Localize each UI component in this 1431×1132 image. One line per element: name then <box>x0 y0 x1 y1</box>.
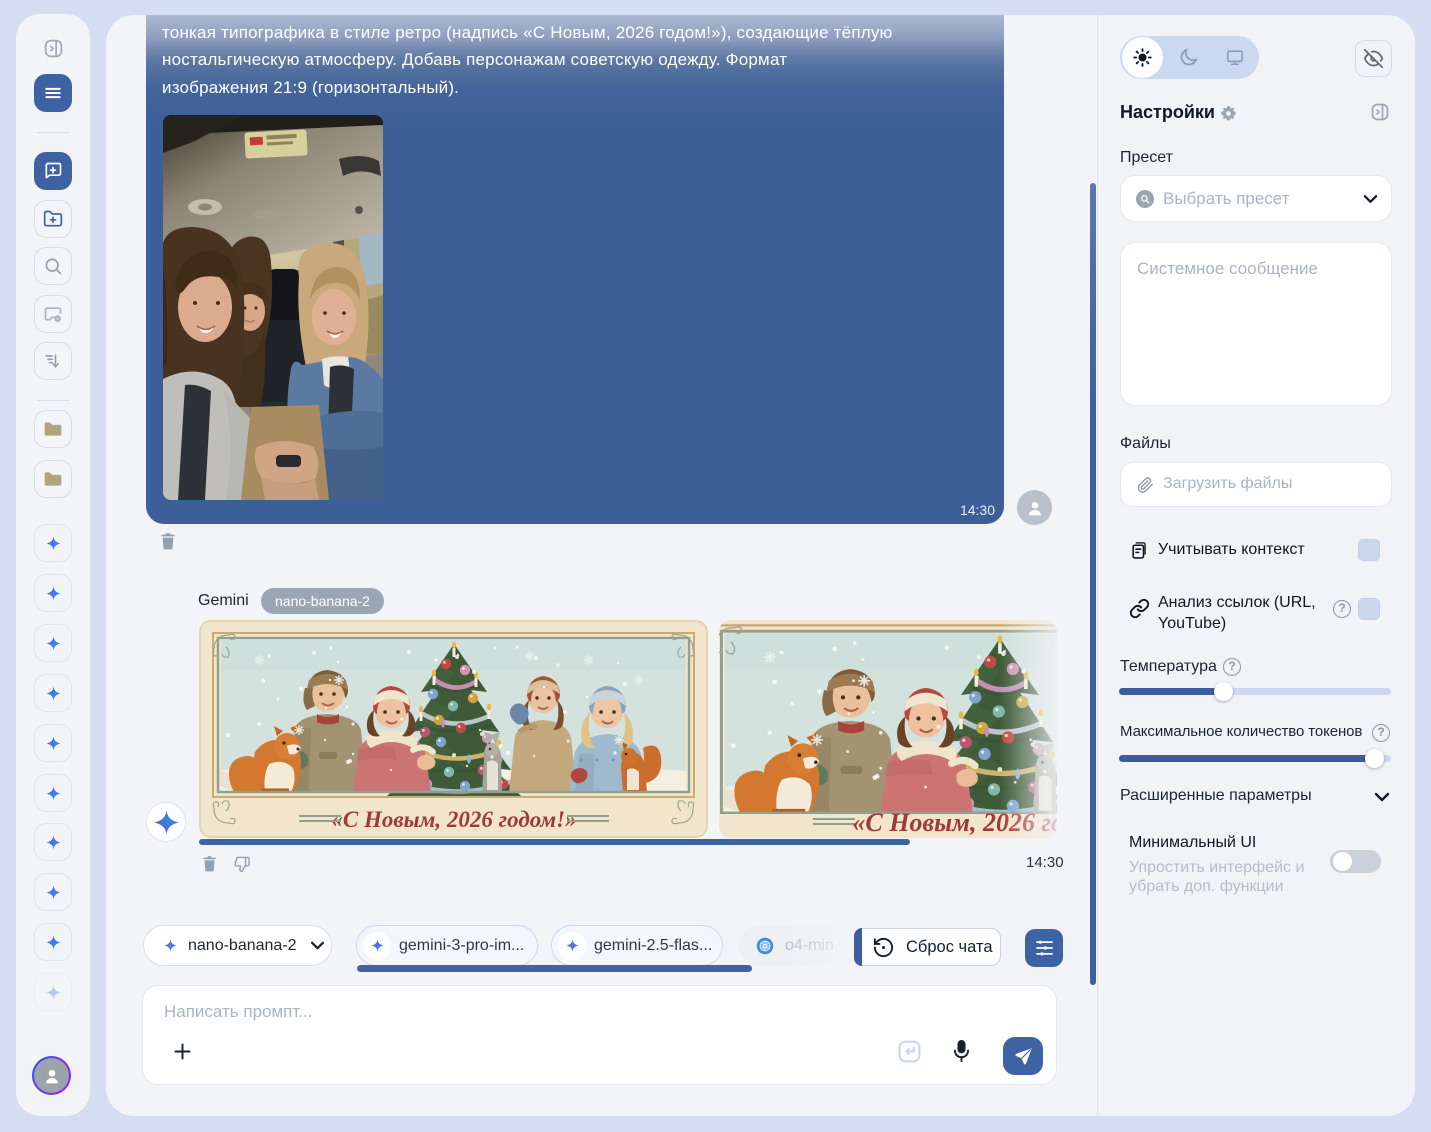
svg-text:«С Новым, 2026 годом!»: «С Новым, 2026 годом!» <box>331 807 576 832</box>
